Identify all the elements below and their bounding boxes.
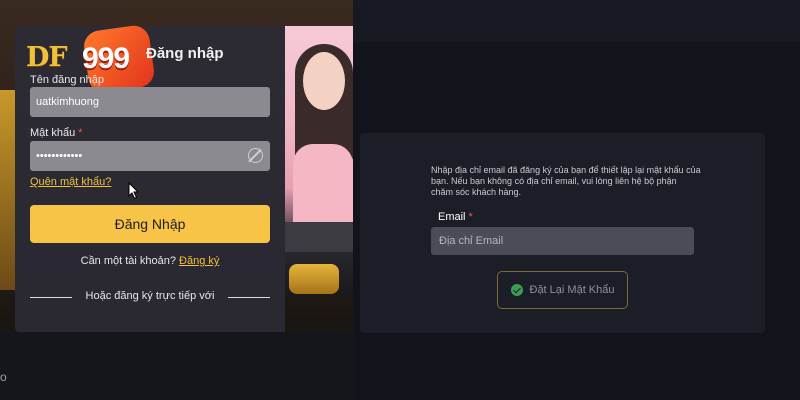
check-circle-icon	[510, 284, 523, 296]
footer-background	[0, 332, 355, 400]
email-label: Email *	[438, 211, 473, 223]
logo-999-text: 999	[82, 42, 130, 75]
logo-df-text: DF	[26, 42, 68, 73]
reset-description: Nhập địa chỉ email đã đăng ký của bạn để…	[431, 165, 701, 197]
reset-password-button[interactable]: Đặt Lại Mật Khẩu	[497, 271, 628, 309]
signup-prompt-row: Cần một tài khoản? Đăng ký	[30, 255, 270, 267]
eye-off-icon[interactable]	[248, 148, 263, 163]
top-bar	[353, 0, 800, 42]
email-input[interactable]	[431, 227, 694, 255]
login-button[interactable]: Đăng Nhập	[30, 205, 270, 243]
password-label: Mật khẩu *	[30, 127, 83, 139]
username-input[interactable]	[30, 87, 270, 117]
reset-button-label: Đặt Lại Mật Khẩu	[529, 284, 615, 296]
social-divider: Hoặc đăng ký trực tiếp với	[30, 290, 270, 304]
modal-title: Đăng nhập	[146, 45, 224, 62]
password-input[interactable]	[30, 141, 270, 171]
signup-link[interactable]: Đăng ký	[179, 255, 219, 267]
forgot-password-link[interactable]: Quên mật khẩu?	[30, 176, 111, 188]
promo-image	[285, 26, 353, 296]
signup-prompt: Cần một tài khoản?	[80, 255, 177, 267]
username-label: Tên đăng nhập	[30, 74, 105, 86]
social-divider-text: Hoặc đăng ký trực tiếp với	[85, 290, 215, 302]
corner-text: o	[0, 370, 7, 384]
divider-line-right	[228, 297, 270, 298]
